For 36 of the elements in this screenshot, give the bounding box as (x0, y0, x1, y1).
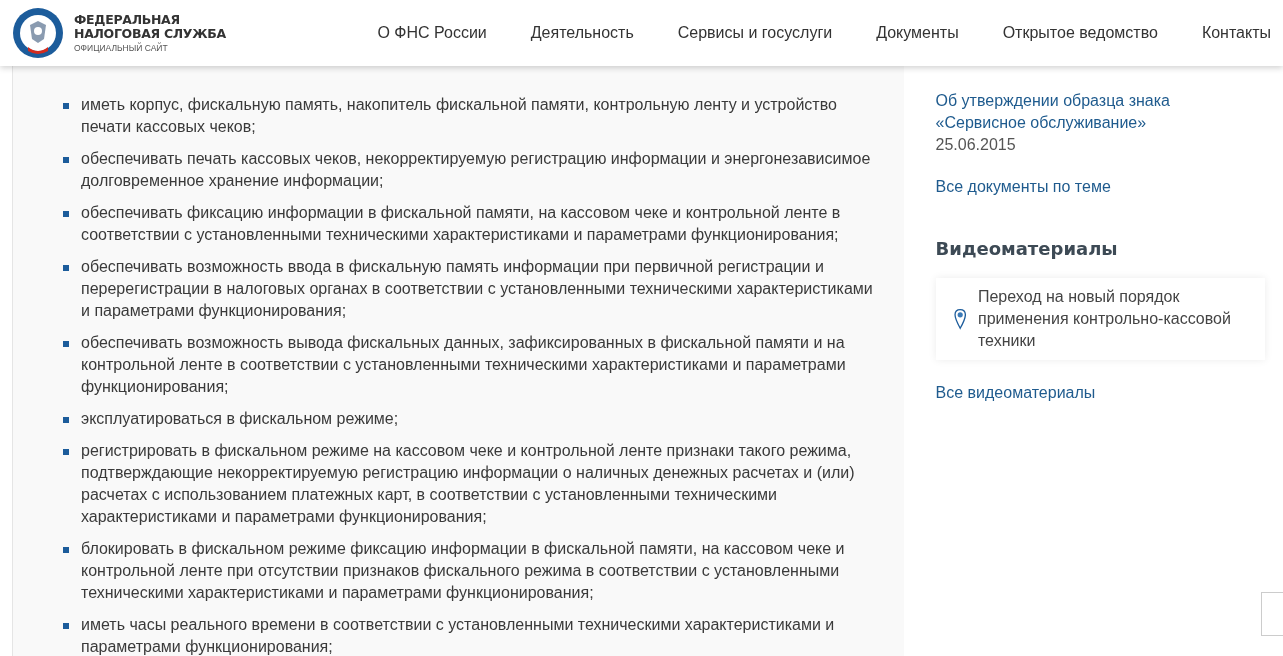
logo-link[interactable]: ФЕДЕРАЛЬНАЯ НАЛОГОВАЯ СЛУЖБА ОФИЦИАЛЬНЫЙ САЙТ (12, 7, 226, 59)
list-item-text: регистрировать в фискальном режиме на кассовом чеке и контрольной ленте признаки такого режима, подтверждающие некорректируемую регистрацию информации о наличных денежных расчетах и (или) расчетах с использованием платежных карт, в соответствии с установленными техническими характеристиками и параметрами функционирования; (81, 441, 856, 527)
bullet-icon (63, 341, 69, 347)
bullet-icon (63, 623, 69, 629)
nav-link[interactable]: Сервисы и госуслуги (655, 24, 855, 42)
video-title: Переход на новый порядок применения контрольно-кассовой техники (977, 287, 1232, 351)
list-item-text: обеспечивать фиксацию информации в фискальной памяти, на кассовом чеке и контрольной ленте в соответствии с установленными техническими характеристиками и параметрами функционирования; (81, 203, 842, 245)
bullet-icon (63, 103, 69, 109)
site-title: НАЛОГОВАЯ СЛУЖБА (74, 27, 226, 41)
document-link[interactable]: Об утверждении образца знака «Сервисное обслуживание» (935, 90, 1263, 134)
nav-link[interactable]: Контакты (1179, 24, 1283, 42)
site-title: ФЕДЕРАЛЬНАЯ (74, 13, 181, 27)
section-heading: Видеоматериалы (935, 238, 1119, 260)
bullet-icon (63, 417, 69, 423)
nav-link[interactable]: О ФНС России (355, 24, 509, 42)
list-item-text: иметь корпус, фискальную память, накопитель фискальной памяти, контрольную ленту и устройство печати кассовых чеков; (81, 95, 838, 137)
list-item-text: обеспечивать печать кассовых чеков, некорректируемую регистрацию информации и энергонезависимое долговременное хранение информации; (81, 149, 872, 191)
all-documents-link[interactable]: Все документы по теме (935, 176, 1263, 198)
site-subtitle: ОФИЦИАЛЬНЫЙ САЙТ (74, 43, 169, 53)
list-item-text: обеспечивать возможность вывода фискальных данных, зафиксированных в фискальной памяти и на контрольной ленте в соответствии с установленными техническими характеристиками и параметрами функционирования; (81, 333, 847, 397)
nav-link[interactable]: Открытое ведомство (980, 24, 1180, 42)
bullet-icon (63, 157, 69, 163)
emblem-icon (12, 7, 64, 59)
list-item-text: обеспечивать возможность ввода в фискальную память информации при первичной регистрации и перерегистрации в налоговых органах в соответствии с установленными техническими характеристиками и параметрами функционирования; (81, 257, 874, 321)
list-item-text: эксплуатироваться в фискальном режиме; (81, 409, 399, 429)
bullet-icon (63, 547, 69, 553)
list-item-text: блокировать в фискальном режиме фиксацию информации в фискальной памяти, на кассовом чеке и контрольной ленте при отсутствии признаков фискального режима в соответствии с установленными техническими характеристиками и параметрами функционирования; (81, 539, 846, 603)
video-card[interactable]: Переход на новый порядок применения контрольно-кассовой техники (935, 278, 1265, 360)
bullet-icon (63, 211, 69, 217)
list-item-text: иметь часы реального времени в соответствии с установленными техническими характеристиками и параметрами функционирования; (81, 615, 836, 656)
bullet-icon (63, 265, 69, 271)
document-date: 25.06.2015 (935, 135, 1017, 155)
all-videos-link[interactable]: Все видеоматериалы (935, 382, 1263, 404)
bullet-icon (63, 449, 69, 455)
nav-link[interactable]: Документы (854, 24, 981, 42)
nav-link[interactable]: Деятельность (508, 24, 656, 42)
